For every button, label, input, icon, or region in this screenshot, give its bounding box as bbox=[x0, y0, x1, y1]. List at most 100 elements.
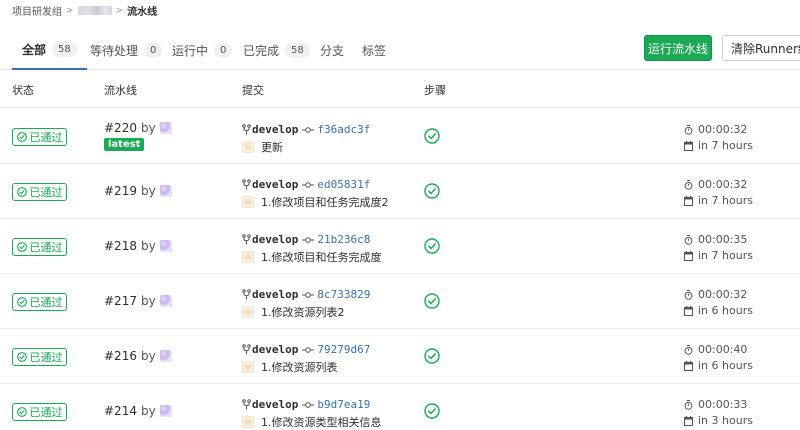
author-avatar[interactable] bbox=[242, 361, 254, 373]
branch-icon bbox=[242, 124, 252, 135]
author-avatar[interactable] bbox=[242, 141, 254, 153]
avatar[interactable] bbox=[159, 185, 172, 197]
commit-message[interactable]: 1.修改项目和任务完成度2 bbox=[261, 194, 389, 210]
finished-value: in 7 hours bbox=[698, 194, 753, 207]
finished-value: in 6 hours bbox=[698, 359, 753, 372]
finished-time: in 7 hours bbox=[684, 139, 753, 152]
calendar-icon bbox=[684, 415, 698, 426]
breadcrumb-separator: > bbox=[66, 5, 74, 16]
avatar[interactable] bbox=[159, 240, 172, 252]
clear-runner-cache-button[interactable]: 清除Runner缓存 bbox=[722, 35, 800, 61]
timer-icon bbox=[684, 344, 698, 355]
duration: 00:00:35 bbox=[684, 233, 747, 246]
pipeline-link[interactable]: #214 bbox=[104, 404, 137, 418]
commit-title: 1.修改资源列表 bbox=[242, 359, 338, 375]
tab-finished[interactable]: 已完成 58 bbox=[243, 30, 310, 70]
by-label: by bbox=[140, 121, 156, 135]
commit-title: 更新 bbox=[242, 139, 283, 155]
tab-label: 分支 bbox=[320, 43, 345, 58]
status-badge[interactable]: 已通过 bbox=[12, 293, 67, 311]
finished-time: in 6 hours bbox=[684, 304, 753, 317]
run-pipeline-button[interactable]: 运行流水线 bbox=[644, 35, 712, 61]
branch-link[interactable]: develop bbox=[252, 343, 298, 356]
pipeline-link[interactable]: #217 bbox=[104, 294, 137, 308]
commit-message[interactable]: 1.修改项目和任务完成度 bbox=[261, 249, 382, 265]
check-icon bbox=[16, 132, 27, 142]
calendar-icon bbox=[684, 250, 698, 261]
tab-running[interactable]: 运行中 0 bbox=[172, 30, 233, 70]
branch-link[interactable]: develop bbox=[252, 398, 298, 411]
breadcrumb-current: 流水线 bbox=[127, 7, 158, 18]
duration-value: 00:00:32 bbox=[698, 288, 748, 301]
branch-icon bbox=[242, 289, 252, 300]
tab-label: 等待处理 bbox=[90, 43, 139, 58]
branch-link[interactable]: develop bbox=[252, 288, 298, 301]
commit-ref: develop 21b236c8 bbox=[242, 233, 370, 246]
commit-sha-link[interactable]: f36adc3f bbox=[317, 123, 370, 136]
duration-value: 00:00:33 bbox=[698, 398, 748, 411]
duration-value: 00:00:32 bbox=[698, 178, 748, 191]
commit-message[interactable]: 更新 bbox=[261, 139, 283, 155]
commit-message[interactable]: 1.修改资源列表 bbox=[261, 359, 338, 375]
header-status: 状态 bbox=[12, 84, 34, 97]
commit-icon bbox=[298, 126, 317, 134]
stage-status-icon[interactable] bbox=[424, 403, 440, 419]
branch-link[interactable]: develop bbox=[252, 233, 298, 246]
calendar-icon bbox=[684, 140, 698, 151]
tab-tags[interactable]: 标签 bbox=[362, 30, 386, 70]
commit-message[interactable]: 1.修改资源列表2 bbox=[261, 304, 345, 320]
commit-title: 1.修改资源列表2 bbox=[242, 304, 345, 320]
latest-badge: latest bbox=[104, 138, 145, 151]
commit-sha-link[interactable]: b9d7ea19 bbox=[317, 398, 370, 411]
finished-time: in 7 hours bbox=[684, 194, 753, 207]
avatar[interactable] bbox=[159, 295, 172, 307]
status-badge[interactable]: 已通过 bbox=[12, 183, 67, 201]
status-badge[interactable]: 已通过 bbox=[12, 128, 67, 146]
breadcrumb-project[interactable] bbox=[77, 6, 112, 15]
stage-status-icon[interactable] bbox=[424, 128, 440, 144]
duration: 00:00:40 bbox=[684, 343, 747, 356]
commit-sha-link[interactable]: ed05831f bbox=[317, 178, 370, 191]
avatar[interactable] bbox=[159, 122, 172, 134]
table-row: 已通过 #220 by latest develop f36adc3f 更新 00:00:32… bbox=[0, 109, 800, 164]
stage-status-icon[interactable] bbox=[424, 348, 440, 364]
duration: 00:00:32 bbox=[684, 288, 747, 301]
commit-ref: develop ed05831f bbox=[242, 178, 370, 191]
pipeline-link[interactable]: #219 bbox=[104, 184, 137, 198]
commit-ref: develop 8c733829 bbox=[242, 288, 370, 301]
avatar[interactable] bbox=[159, 350, 172, 362]
commit-sha-link[interactable]: 21b236c8 bbox=[317, 233, 370, 246]
tab-branches[interactable]: 分支 bbox=[320, 30, 344, 70]
author-avatar[interactable] bbox=[242, 251, 254, 263]
commit-message[interactable]: 1.修改资源类型相关信息 bbox=[261, 414, 382, 430]
pipeline-link[interactable]: #218 bbox=[104, 239, 137, 253]
finished-time: in 3 hours bbox=[684, 414, 753, 427]
author-avatar[interactable] bbox=[242, 306, 254, 318]
commit-sha-link[interactable]: 79279d67 bbox=[317, 343, 370, 356]
commit-ref: develop f36adc3f bbox=[242, 123, 370, 136]
stage-status-icon[interactable] bbox=[424, 238, 440, 254]
pipeline-link[interactable]: #216 bbox=[104, 349, 137, 363]
status-badge[interactable]: 已通过 bbox=[12, 238, 67, 256]
table-row: 已通过 #217 by develop 8c733829 1.修改资源列表2 00:00:3… bbox=[0, 274, 800, 329]
stage-status-icon[interactable] bbox=[424, 293, 440, 309]
status-badge[interactable]: 已通过 bbox=[12, 348, 67, 366]
author-avatar[interactable] bbox=[242, 416, 254, 428]
pipeline-link[interactable]: #220 bbox=[104, 121, 137, 135]
avatar[interactable] bbox=[159, 405, 172, 417]
tab-all[interactable]: 全部 58 bbox=[12, 30, 87, 70]
author-avatar[interactable] bbox=[242, 196, 254, 208]
status-badge[interactable]: 已通过 bbox=[12, 403, 67, 421]
breadcrumb-group[interactable]: 项目研发组 bbox=[12, 3, 62, 18]
header-commit: 提交 bbox=[242, 84, 264, 97]
duration: 00:00:32 bbox=[684, 178, 747, 191]
calendar-icon bbox=[684, 305, 698, 316]
commit-sha-link[interactable]: 8c733829 bbox=[317, 288, 370, 301]
calendar-icon bbox=[684, 195, 698, 206]
branch-link[interactable]: develop bbox=[252, 178, 298, 191]
tab-label: 已完成 bbox=[243, 43, 280, 58]
stage-status-icon[interactable] bbox=[424, 183, 440, 199]
branch-link[interactable]: develop bbox=[252, 123, 298, 136]
tab-pending[interactable]: 等待处理 0 bbox=[90, 30, 163, 70]
by-label: by bbox=[140, 349, 156, 363]
